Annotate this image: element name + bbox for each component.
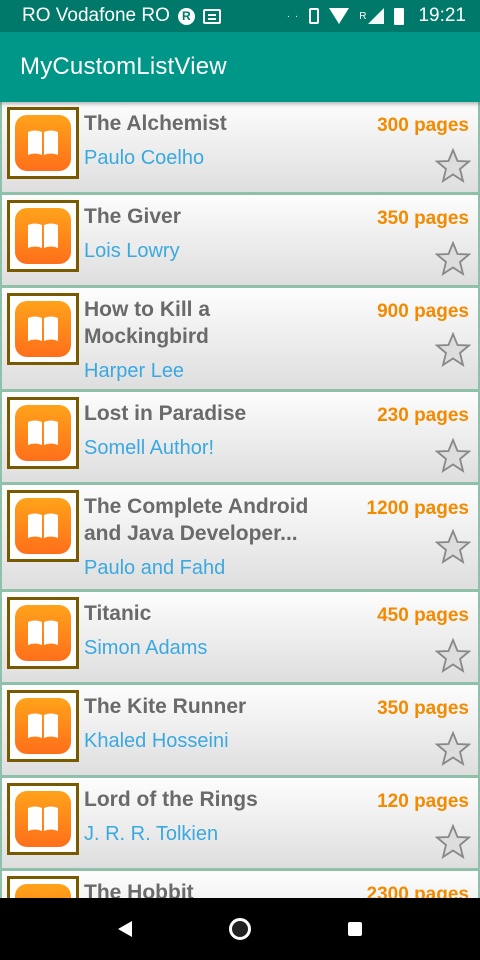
book-title: Titanic (84, 602, 152, 625)
navigation-bar (0, 898, 480, 960)
back-icon[interactable] (118, 921, 133, 937)
list-item[interactable]: The Alchemist Paulo Coelho 300 pages (2, 102, 478, 192)
book-icon (15, 301, 71, 357)
carrier-name: RO Vodafone RO (22, 5, 170, 26)
book-author: Paulo Coelho (84, 147, 205, 169)
book-pages: 1200 pages (366, 498, 469, 519)
book-title: The Kite Runner (84, 695, 247, 718)
book-thumbnail (7, 107, 79, 179)
list-item[interactable]: How to Kill a Mockingbird Harper Lee 900… (2, 288, 478, 389)
dots-icon: · · (286, 10, 300, 22)
vibrate-icon (309, 8, 320, 24)
list-item[interactable]: The Complete Android and Java Developer.… (2, 485, 478, 589)
star-icon[interactable] (435, 638, 471, 674)
book-thumbnail (7, 597, 79, 669)
book-author: Lois Lowry (84, 240, 180, 262)
recent-apps-icon[interactable] (347, 922, 362, 936)
book-pages: 350 pages (377, 698, 469, 719)
book-pages: 300 pages (377, 115, 469, 136)
message-notification-icon (202, 8, 221, 24)
star-icon[interactable] (435, 731, 471, 767)
list-item[interactable]: The Giver Lois Lowry 350 pages (2, 195, 478, 285)
book-thumbnail (7, 690, 79, 762)
book-icon (15, 791, 71, 847)
book-icon (15, 405, 71, 461)
book-thumbnail (7, 783, 79, 855)
book-icon (15, 605, 71, 661)
star-icon[interactable] (435, 438, 471, 474)
app-title: MyCustomListView (20, 53, 227, 80)
book-thumbnail (7, 293, 79, 365)
home-icon[interactable] (228, 918, 251, 940)
star-icon[interactable] (435, 824, 471, 860)
book-icon (15, 884, 71, 898)
book-pages: 900 pages (377, 301, 469, 322)
list-item[interactable]: Lord of the Rings J. R. R. Tolkien 120 p… (2, 778, 478, 868)
book-thumbnail (7, 397, 79, 469)
book-author: Simon Adams (84, 637, 208, 659)
book-author: Khaled Hosseini (84, 730, 229, 752)
wifi-icon (329, 8, 350, 24)
book-title: The Hobbit (84, 881, 194, 898)
clock: 19:21 (418, 5, 466, 26)
book-title: The Giver (84, 205, 181, 228)
book-pages: 350 pages (377, 208, 469, 229)
book-pages: 450 pages (377, 605, 469, 626)
star-icon[interactable] (435, 332, 471, 368)
book-title: Lost in Paradise (84, 402, 247, 425)
book-icon (15, 498, 71, 554)
book-author: J. R. R. Tolkien (84, 823, 219, 845)
signal-roaming-label: R (359, 10, 367, 22)
star-icon[interactable] (435, 529, 471, 565)
status-bar: RO Vodafone RO R · · R 19:21 (0, 0, 480, 32)
book-thumbnail (7, 490, 79, 562)
book-icon (15, 208, 71, 264)
book-title: Lord of the Rings (84, 788, 258, 811)
book-title: The Complete Android and Java Developer.… (84, 495, 309, 545)
list-item[interactable]: Titanic Simon Adams 450 pages (2, 592, 478, 682)
book-icon (15, 115, 71, 171)
book-icon (15, 698, 71, 754)
book-title: How to Kill a Mockingbird (84, 298, 210, 348)
app-bar: MyCustomListView (0, 32, 480, 102)
list-item[interactable]: Lost in Paradise Somell Author! 230 page… (2, 392, 478, 482)
book-author: Paulo and Fahd (84, 557, 226, 579)
book-thumbnail (7, 200, 79, 272)
battery-icon (394, 7, 405, 25)
star-icon[interactable] (435, 241, 471, 277)
book-author: Harper Lee (84, 360, 185, 382)
book-title: The Alchemist (84, 112, 227, 135)
book-thumbnail (7, 876, 79, 898)
star-icon[interactable] (435, 148, 471, 184)
list-item[interactable]: The Hobbit 2300 pages (2, 871, 478, 898)
cell-signal-icon (368, 8, 385, 24)
book-pages: 230 pages (377, 405, 469, 426)
book-pages: 120 pages (377, 791, 469, 812)
book-pages: 2300 pages (366, 884, 469, 898)
book-author: Somell Author! (84, 437, 215, 459)
roaming-icon: R (177, 7, 195, 25)
book-list[interactable]: The Alchemist Paulo Coelho 300 pages The… (0, 102, 480, 898)
list-item[interactable]: The Kite Runner Khaled Hosseini 350 page… (2, 685, 478, 775)
